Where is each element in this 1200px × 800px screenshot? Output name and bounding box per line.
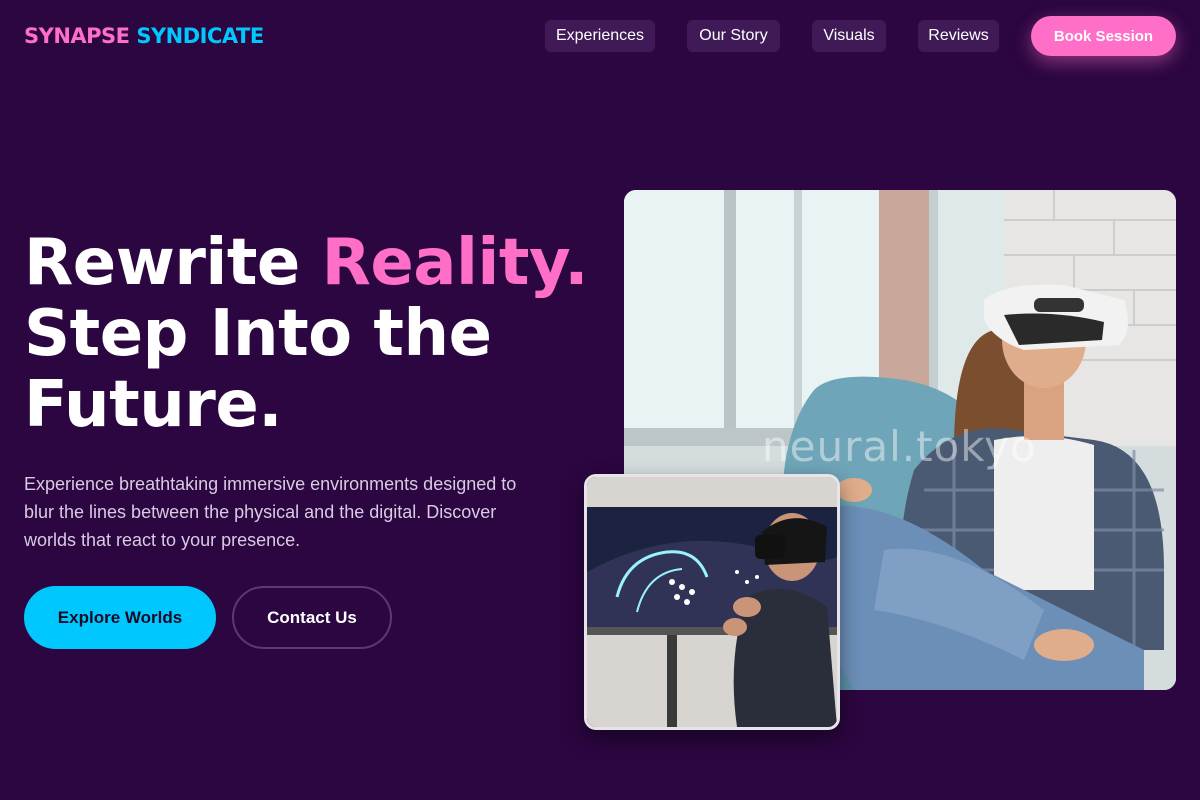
hero-headline-part1: Rewrite (24, 226, 322, 300)
explore-worlds-button[interactable]: Explore Worlds (24, 586, 216, 649)
nav-link-experiences[interactable]: Experiences (545, 20, 655, 52)
landing-page: SYNAPSE SYNDICATE Experiences Our Story … (0, 0, 1200, 800)
brand-logo[interactable]: SYNAPSE SYNDICATE (24, 24, 264, 48)
nav-link-visuals[interactable]: Visuals (812, 20, 886, 52)
brand-name-part2: SYNDICATE (136, 24, 264, 48)
book-session-button[interactable]: Book Session (1031, 16, 1176, 56)
image-watermark: neural.tokyo (762, 422, 1037, 471)
hero-headline-accent: Reality. (321, 226, 589, 300)
hero-headline: Rewrite Reality. Step Into the Future. (24, 228, 604, 441)
brand-name-part1: SYNAPSE (24, 24, 130, 48)
vr-man-inset-photo (584, 474, 840, 730)
nav-link-reviews[interactable]: Reviews (918, 20, 999, 52)
hero-subtext: Experience breathtaking immersive enviro… (24, 474, 517, 550)
hero-headline-part2: Step Into the Future. (24, 297, 492, 442)
contact-us-button[interactable]: Contact Us (232, 586, 392, 649)
nav-link-our-story[interactable]: Our Story (687, 20, 780, 52)
